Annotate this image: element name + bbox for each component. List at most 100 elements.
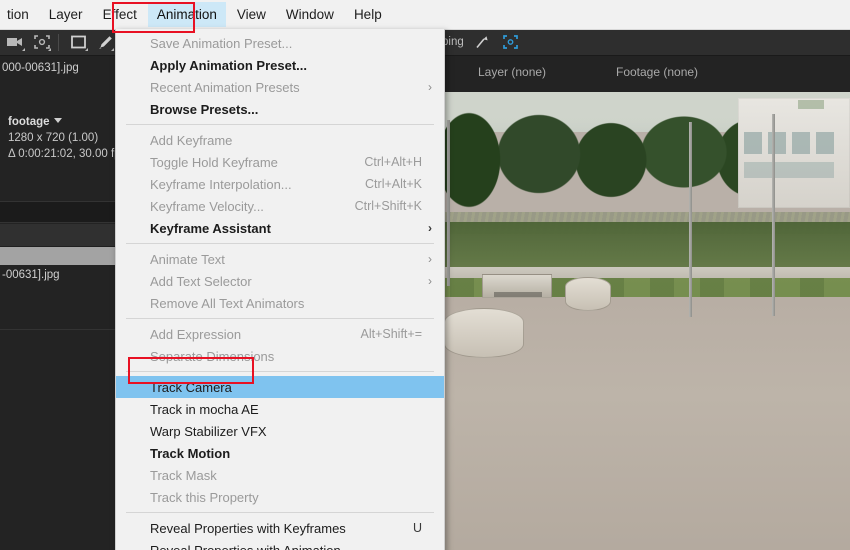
menu-item-track-mask: Track Mask xyxy=(116,464,444,486)
tab-footage[interactable]: Footage (none) xyxy=(616,65,698,79)
menubar-item-window[interactable]: Window xyxy=(277,2,343,27)
pen-icon[interactable] xyxy=(94,32,115,52)
region-of-interest-icon[interactable] xyxy=(502,33,520,51)
chevron-right-icon: › xyxy=(428,221,432,235)
chevron-right-icon: › xyxy=(428,252,432,266)
menu-separator xyxy=(126,318,434,319)
menu-item-recent-animation-presets: Recent Animation Presets › xyxy=(116,76,444,98)
snapping-arrow-icon[interactable] xyxy=(474,33,492,51)
menu-item-label: Track this Property xyxy=(150,489,259,505)
menu-item-track-in-mocha-ae[interactable]: Track in mocha AE xyxy=(116,398,444,420)
menu-item-label: Track Mask xyxy=(150,467,217,483)
menu-item-label: Save Animation Preset... xyxy=(150,35,293,51)
light-pole xyxy=(689,122,692,317)
menu-item-label: Track Motion xyxy=(150,445,231,461)
menu-item-label: Toggle Hold Keyframe xyxy=(150,154,278,170)
panel-selected-row[interactable] xyxy=(0,247,115,265)
panel-divider-band-2 xyxy=(0,224,115,247)
menu-item-label: Track in mocha AE xyxy=(150,401,259,417)
left-project-panel: 000-00631].jpg footage 1280 x 720 (1.00)… xyxy=(0,29,115,550)
menubar-item-effect[interactable]: Effect xyxy=(94,2,146,27)
footage-dimensions: 1280 x 720 (1.00) xyxy=(8,132,99,144)
bench-shadow xyxy=(494,292,542,297)
menu-item-reveal-properties-with-animation[interactable]: Reveal Properties with Animation xyxy=(116,539,444,550)
round-planter xyxy=(444,308,524,358)
menu-item-label: Add Keyframe xyxy=(150,132,233,148)
menu-item-label: Add Text Selector xyxy=(150,273,252,289)
tool-strip xyxy=(0,29,115,56)
menu-item-warp-stabilizer-vfx[interactable]: Warp Stabilizer VFX xyxy=(116,420,444,442)
tab-layer[interactable]: Layer (none) xyxy=(478,65,546,79)
tool-corner-tick xyxy=(111,48,115,51)
menu-separator xyxy=(126,512,434,513)
menu-item-toggle-hold-keyframe: Toggle Hold Keyframe Ctrl+Alt+H xyxy=(116,151,444,173)
menubar-item-help[interactable]: Help xyxy=(345,2,391,27)
menubar-item-animation[interactable]: Animation xyxy=(147,2,226,27)
menu-item-browse-presets[interactable]: Browse Presets... xyxy=(116,98,444,120)
panel-divider-band-1 xyxy=(0,201,115,223)
menubar-item-view[interactable]: View xyxy=(228,2,275,27)
menu-item-separate-dimensions: Separate Dimensions xyxy=(116,345,444,367)
menu-item-label: Add Expression xyxy=(150,326,242,342)
snapping-label: ping xyxy=(442,36,464,48)
menu-item-shortcut: Ctrl+Shift+K xyxy=(354,199,422,213)
footage-meta: footage 1280 x 720 (1.00) Δ 0:00:21:02, … xyxy=(8,114,115,162)
background-building xyxy=(738,98,850,208)
menu-item-label: Keyframe Velocity... xyxy=(150,198,264,214)
footage-duration: Δ 0:00:21:02, 30.00 fp xyxy=(8,148,115,160)
menu-item-label: Track Camera xyxy=(150,379,232,395)
menubar-item-tion[interactable]: tion xyxy=(0,2,38,27)
menu-item-track-camera[interactable]: Track Camera xyxy=(116,376,444,398)
menu-item-animate-text: Animate Text › xyxy=(116,248,444,270)
menu-item-shortcut: U xyxy=(412,521,422,535)
menu-item-label: Reveal Properties with Keyframes xyxy=(150,520,346,536)
menu-item-label: Remove All Text Animators xyxy=(150,295,305,311)
menu-item-add-text-selector: Add Text Selector › xyxy=(116,270,444,292)
menu-item-save-animation-preset: Save Animation Preset... xyxy=(116,32,444,54)
chevron-right-icon: › xyxy=(428,80,432,94)
menu-item-keyframe-assistant[interactable]: Keyframe Assistant › xyxy=(116,217,444,239)
source-file-name-2: -00631].jpg xyxy=(2,269,60,281)
menu-separator xyxy=(126,124,434,125)
menu-item-shortcut: Ctrl+Alt+H xyxy=(364,155,422,169)
tool-corner-tick xyxy=(22,48,26,51)
menu-item-shortcut: Ctrl+Alt+K xyxy=(365,177,422,191)
menu-item-add-keyframe: Add Keyframe xyxy=(116,129,444,151)
round-planter xyxy=(565,277,611,311)
menu-item-label: Apply Animation Preset... xyxy=(150,57,307,73)
menu-separator xyxy=(126,243,434,244)
menu-item-label: Warp Stabilizer VFX xyxy=(150,423,267,439)
tool-corner-tick xyxy=(48,48,52,51)
light-pole xyxy=(772,114,775,316)
menu-item-shortcut: Alt+Shift+= xyxy=(360,327,423,341)
after-effects-window: tion Layer Effect Animation View Window Help xyxy=(0,0,850,550)
animation-dropdown-menu[interactable]: Save Animation Preset... Apply Animation … xyxy=(115,29,445,550)
menu-item-keyframe-velocity: Keyframe Velocity... Ctrl+Shift+K xyxy=(116,195,444,217)
menu-item-add-expression: Add Expression Alt+Shift+= xyxy=(116,323,444,345)
menu-item-reveal-properties-with-keyframes[interactable]: Reveal Properties with Keyframes U xyxy=(116,517,444,539)
menu-item-label: Keyframe Assistant xyxy=(150,220,271,236)
menubar-item-layer[interactable]: Layer xyxy=(40,2,92,27)
menu-item-track-motion[interactable]: Track Motion xyxy=(116,442,444,464)
menu-item-label: Reveal Properties with Animation xyxy=(150,542,341,550)
menu-item-label: Keyframe Interpolation... xyxy=(150,176,292,192)
shape-icon[interactable] xyxy=(68,32,89,52)
menu-item-keyframe-interpolation: Keyframe Interpolation... Ctrl+Alt+K xyxy=(116,173,444,195)
footage-type-label: footage xyxy=(8,116,50,128)
chevron-down-icon[interactable] xyxy=(53,118,62,123)
menu-item-remove-all-text-animators: Remove All Text Animators xyxy=(116,292,444,314)
menu-item-label: Separate Dimensions xyxy=(150,348,275,364)
menu-item-label: Browse Presets... xyxy=(150,101,259,117)
camera-icon[interactable] xyxy=(5,32,26,52)
panel-divider-band-3 xyxy=(0,329,115,330)
tool-corner-tick xyxy=(85,48,88,51)
region-of-interest-icon[interactable] xyxy=(31,32,52,52)
menu-item-apply-animation-preset[interactable]: Apply Animation Preset... xyxy=(116,54,444,76)
source-file-name: 000-00631].jpg xyxy=(2,62,79,74)
menu-item-label: Recent Animation Presets xyxy=(150,79,300,95)
tool-divider xyxy=(58,33,59,51)
menu-separator xyxy=(126,371,434,372)
menu-bar: tion Layer Effect Animation View Window Help xyxy=(0,0,850,30)
menu-item-track-this-property: Track this Property xyxy=(116,486,444,508)
footage-type-row[interactable]: footage xyxy=(8,114,115,130)
